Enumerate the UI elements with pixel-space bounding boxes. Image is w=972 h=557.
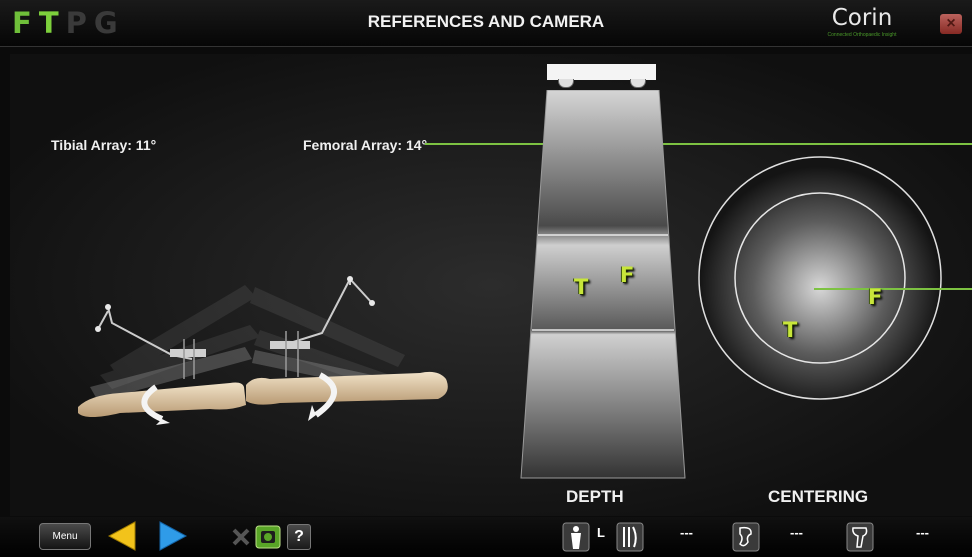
camera-view-icon[interactable] [255,525,281,549]
leg-illustration [78,276,448,425]
centering-label: CENTERING [768,487,869,506]
femoral-array-line [425,143,972,145]
status-value-1: --- [680,525,693,540]
title-bar: FTPG REFERENCES AND CAMERA Corin Connect… [0,0,972,47]
depth-label: DEPTH [566,487,624,506]
bottom-toolbar [0,517,972,557]
help-button[interactable]: ? [287,524,311,550]
centering-tibia-marker: T [783,318,798,342]
menu-button[interactable]: Menu [39,523,91,550]
centering-target [698,156,942,400]
status-value-2: --- [790,525,803,540]
close-button[interactable]: × [940,14,962,34]
depth-tibia-marker: T [574,275,589,299]
depth-femur-marker: F [620,263,635,287]
back-arrow-icon[interactable] [107,520,137,552]
depth-cone [520,90,686,479]
femoral-array-label: Femoral Array: 14° [303,137,428,153]
tibial-array-label: Tibial Array: 11° [51,137,157,153]
forward-arrow-icon[interactable] [158,520,188,552]
side-label: L [597,525,605,540]
femur-icon[interactable] [732,522,760,552]
tools-icon[interactable] [231,527,251,547]
status-value-3: --- [916,525,929,540]
logo-name: Corin [831,5,893,31]
leg-bone-icon[interactable] [616,522,644,552]
centering-line [814,288,972,290]
camera-icon [547,64,656,80]
corin-logo: Corin Connected Orthopaedic Insight [812,4,912,42]
logo-tagline: Connected Orthopaedic Insight [827,32,897,38]
patient-icon[interactable] [562,522,590,552]
centering-femur-marker: F [868,285,883,309]
tibia-icon[interactable] [846,522,874,552]
